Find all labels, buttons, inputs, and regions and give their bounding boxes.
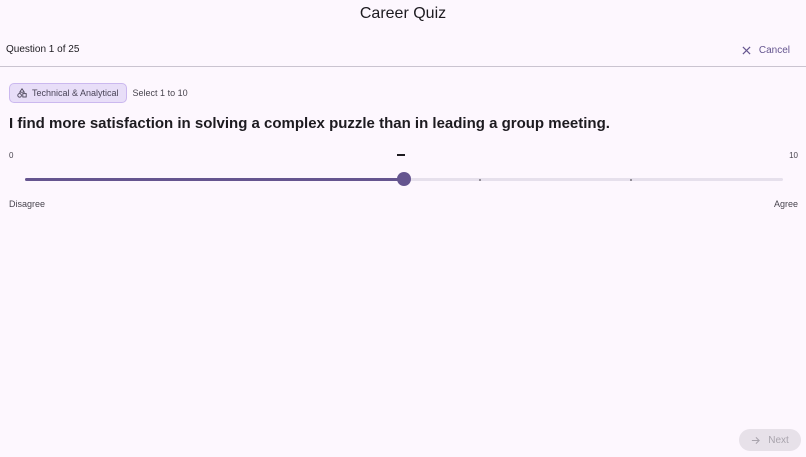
progress-bar-row: Question 1 of 25 Cancel — [0, 38, 806, 67]
question-text: I find more satisfaction in solving a co… — [9, 115, 610, 132]
question-counter: Question 1 of 25 — [6, 44, 80, 55]
arrow-right-icon — [752, 436, 761, 444]
value-indicator — [397, 154, 405, 156]
disagree-label: Disagree — [9, 199, 46, 209]
close-icon — [742, 45, 751, 55]
question-meta: Technical & Analytical Select 1 to 10 — [9, 83, 188, 103]
category-chip: Technical & Analytical — [9, 83, 127, 103]
slider-thumb[interactable] — [397, 172, 411, 186]
cancel-label: Cancel — [758, 44, 790, 56]
range-hint: Select 1 to 10 — [132, 88, 188, 98]
slider-tick — [478, 178, 481, 181]
agree-label: Agree — [773, 199, 798, 209]
cancel-button[interactable]: Cancel — [742, 41, 790, 59]
scale-min-label: 0 — [9, 151, 14, 160]
app-title: Career Quiz — [359, 5, 447, 22]
next-label: Next — [768, 434, 789, 446]
scale-max-label: 10 — [789, 151, 798, 160]
next-button[interactable]: Next — [739, 429, 801, 451]
shapes-icon — [17, 88, 27, 98]
slider-track-active — [25, 178, 404, 181]
category-label: Technical & Analytical — [32, 88, 119, 98]
rating-slider[interactable] — [25, 170, 783, 190]
